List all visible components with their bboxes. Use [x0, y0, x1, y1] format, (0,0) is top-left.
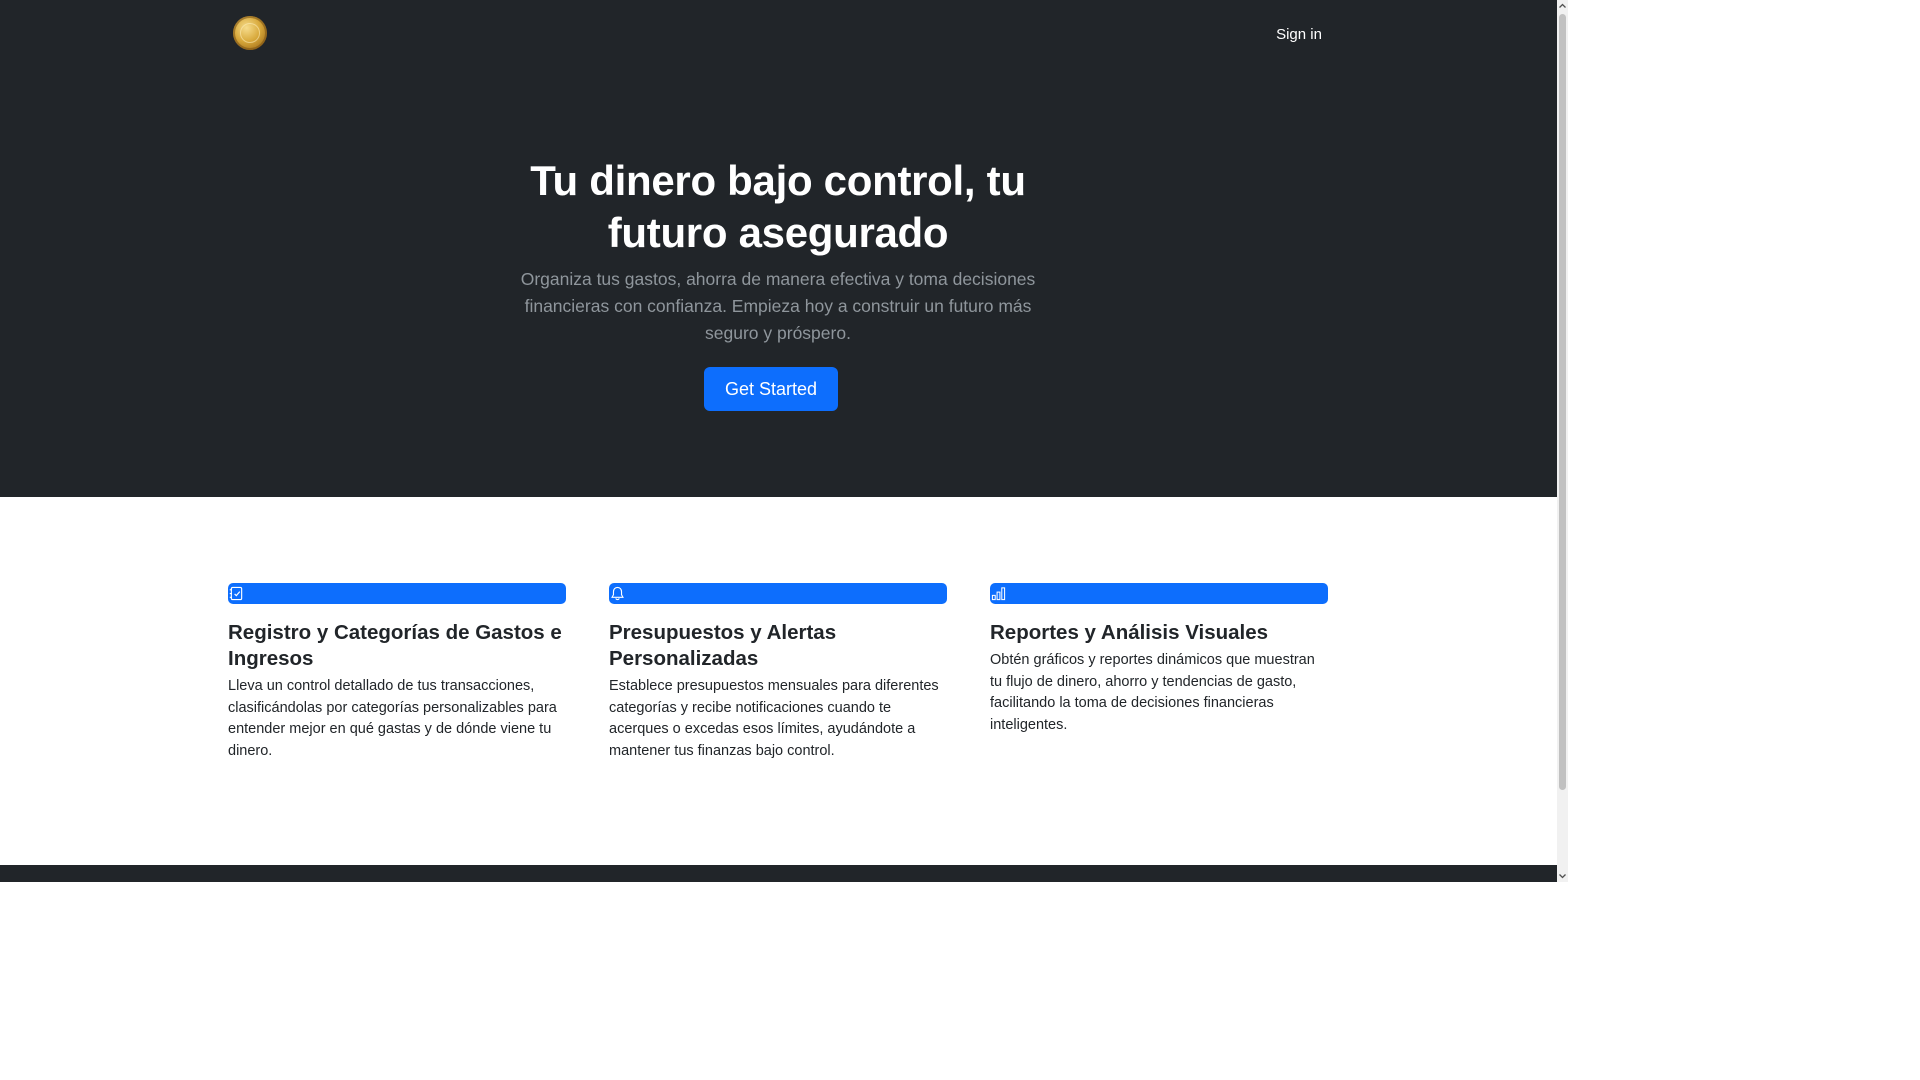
feature-description: Obtén gráficos y reportes dinámicos que …	[990, 652, 1315, 733]
feature-card-presupuestos: Presupuestos y Alertas Personalizadas Es…	[609, 583, 947, 762]
feature-description: Lleva un control detallado de tus transa…	[228, 678, 557, 759]
checklist-icon	[229, 586, 243, 601]
feature-icon-bar	[609, 583, 947, 604]
gold-coin-icon[interactable]	[233, 16, 267, 50]
feature-icon-bar	[228, 583, 566, 604]
vertical-scrollbar[interactable]	[1557, 0, 1568, 882]
feature-card-registro: Registro y Categorías de Gastos e Ingres…	[228, 583, 566, 762]
get-started-button[interactable]: Get Started	[704, 367, 838, 411]
scrollbar-thumb[interactable]	[1559, 14, 1566, 790]
feature-icon-bar	[990, 583, 1328, 604]
sign-in-link[interactable]: Sign in	[1264, 21, 1334, 49]
coin-ring	[240, 23, 260, 43]
feature-card-reportes: Reportes y Análisis Visuales Obtén gráfi…	[990, 583, 1328, 736]
hero-subtitle: Organiza tus gastos, ahorra de manera ef…	[520, 269, 1036, 343]
feature-description: Establece presupuestos mensuales para di…	[609, 678, 939, 759]
bell-icon	[611, 586, 624, 601]
scroll-down-icon[interactable]	[1558, 871, 1567, 881]
scroll-up-icon[interactable]	[1558, 1, 1567, 11]
feature-title: Reportes y Análisis Visuales	[990, 621, 1269, 644]
hero-section: Sign in Tu dinero bajo control, tu futur…	[0, 0, 1557, 497]
feature-title: Presupuestos y Alertas Personalizadas	[609, 621, 837, 670]
footer	[0, 865, 1557, 882]
hero-title: Tu dinero bajo control, tu futuro asegur…	[530, 157, 1026, 256]
feature-title: Registro y Categorías de Gastos e Ingres…	[228, 621, 562, 670]
bar-chart-icon	[991, 587, 1006, 601]
